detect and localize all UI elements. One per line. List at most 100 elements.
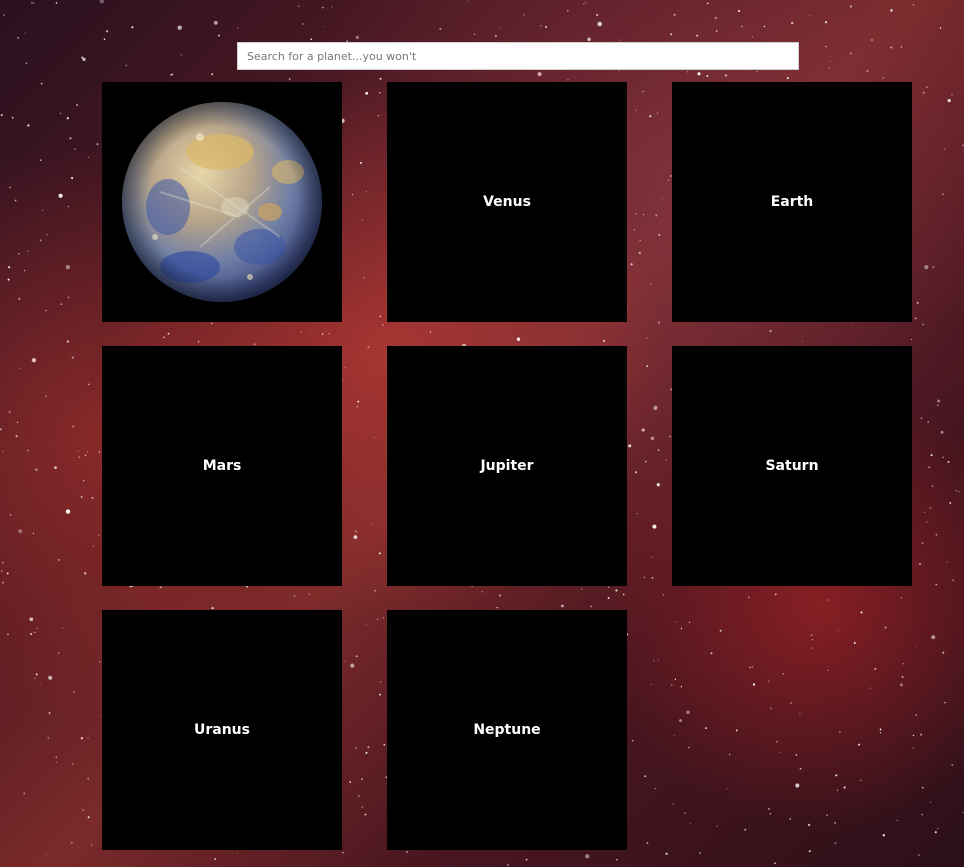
star: [951, 764, 953, 766]
star: [80, 496, 83, 498]
star: [71, 176, 74, 180]
star: [8, 410, 11, 414]
star: [944, 702, 946, 704]
star: [545, 25, 548, 28]
planet-card-jupiter[interactable]: Jupiter: [387, 346, 627, 586]
star: [73, 148, 76, 151]
star: [82, 57, 86, 61]
star: [34, 468, 38, 472]
star: [131, 26, 134, 29]
star: [947, 99, 951, 103]
star: [566, 9, 569, 12]
star: [7, 633, 9, 636]
planet-search-input[interactable]: [237, 42, 799, 70]
star: [84, 572, 87, 575]
star: [930, 801, 932, 803]
star: [920, 417, 923, 420]
star: [924, 264, 929, 270]
star: [379, 77, 382, 80]
star: [6, 572, 9, 575]
star: [935, 583, 938, 586]
star: [914, 317, 917, 320]
star: [99, 0, 104, 4]
star: [942, 193, 944, 195]
star: [342, 851, 344, 854]
star: [706, 74, 709, 77]
star: [322, 25, 324, 27]
star: [952, 579, 955, 582]
star: [912, 747, 914, 749]
star: [96, 143, 99, 146]
star: [715, 30, 718, 32]
star: [58, 559, 60, 561]
star: [915, 714, 917, 716]
star: [67, 205, 69, 208]
star: [706, 2, 709, 5]
star: [2, 562, 4, 564]
star: [55, 2, 58, 4]
planet-card-earth[interactable]: Earth: [672, 82, 912, 322]
star: [687, 71, 689, 73]
star: [828, 67, 830, 69]
planet-card-saturn[interactable]: Saturn: [672, 346, 912, 586]
star: [619, 39, 621, 41]
star: [830, 60, 832, 62]
star: [922, 323, 925, 326]
star: [23, 269, 26, 272]
star: [87, 156, 90, 159]
star: [931, 635, 936, 640]
star: [35, 673, 38, 676]
star: [926, 86, 928, 88]
star: [65, 265, 70, 270]
star: [33, 2, 36, 4]
star: [915, 646, 917, 648]
star: [3, 14, 5, 16]
star: [34, 631, 36, 634]
star: [321, 6, 324, 9]
star: [25, 62, 28, 65]
star: [213, 20, 218, 25]
planet-name: Venus: [483, 194, 531, 210]
star: [0, 570, 3, 573]
star: [14, 199, 17, 202]
star: [949, 502, 952, 504]
star: [958, 491, 960, 493]
star: [921, 542, 924, 545]
star: [29, 617, 34, 622]
star: [920, 733, 923, 736]
star: [27, 124, 30, 127]
star: [30, 633, 33, 636]
star: [18, 253, 20, 255]
star: [882, 77, 885, 79]
star: [83, 480, 85, 482]
planet-card-mars[interactable]: Mars: [102, 346, 342, 586]
star: [180, 54, 183, 56]
star: [927, 421, 929, 423]
star: [11, 116, 14, 119]
star: [170, 73, 173, 76]
star: [932, 266, 935, 269]
star: [537, 72, 542, 77]
star: [66, 117, 69, 120]
star: [82, 809, 84, 811]
star: [91, 496, 94, 499]
star: [849, 5, 852, 8]
star: [92, 545, 94, 547]
star: [90, 844, 93, 846]
planet-card-uranus[interactable]: Uranus: [102, 610, 342, 850]
planet-card-neptune[interactable]: Neptune: [387, 610, 627, 850]
planet-name: Neptune: [473, 722, 541, 738]
star: [54, 466, 57, 469]
planet-name: Saturn: [765, 458, 819, 474]
star: [24, 32, 26, 34]
planet-card-venus[interactable]: Venus: [387, 82, 627, 322]
star: [866, 69, 869, 72]
star: [80, 737, 84, 740]
star: [808, 850, 811, 853]
star: [670, 33, 673, 36]
star: [72, 425, 75, 428]
planet-card-mercury[interactable]: [102, 82, 342, 322]
planet-name: Uranus: [194, 722, 250, 738]
star: [58, 652, 60, 654]
star: [331, 6, 334, 8]
